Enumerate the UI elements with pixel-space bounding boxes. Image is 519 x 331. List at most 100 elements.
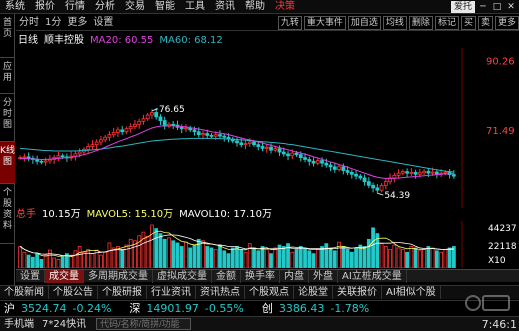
menu-item-8[interactable]: 帮助 [240,0,270,14]
candle-body [400,171,405,174]
toolbar-right-item-8[interactable]: 更多 [494,15,519,30]
volume-bar [430,247,435,268]
index-value-item-1: 14901.97 [146,301,199,315]
toolbar-item-1[interactable]: 1分 [42,15,64,30]
left-tab-item-2[interactable]: 分时图 [0,94,15,142]
indicator-tab-item-2[interactable]: 多周期成交量 [84,269,153,283]
info-tab-item-3[interactable]: 行业资讯 [147,286,196,299]
left-tab-item-0[interactable]: 首页 [0,14,15,58]
candle-body [120,129,125,133]
volume-bar [188,247,193,268]
info-tab-item-5[interactable]: 个股观点 [245,286,294,299]
volume-bar [175,242,180,268]
indicator-tab-item-4[interactable]: 金额 [212,269,241,283]
candle-body [94,141,99,146]
candle-body [192,129,197,133]
volume-bar [30,256,35,268]
volume-bar [388,248,392,268]
indicator-tab-item-3[interactable]: 虚拟成交量 [153,269,212,283]
chart-toolbar: 分时 1分 更多 设置 九转 重大事件 加自选 均线 删除 标记买卖更多 [16,15,519,31]
volume-bar [396,247,401,268]
maximize-icon[interactable]: □ [491,0,503,14]
toolbar-item-2[interactable]: 更多 [64,15,90,30]
candle-body [137,120,142,125]
volume-bar [162,238,167,268]
info-tab-item-7[interactable]: 关联报价 [333,286,382,299]
toolbar-right-item-5[interactable]: 标记 [434,15,459,30]
candle-body [154,112,159,118]
volume-bar [252,247,256,268]
menu-item-3[interactable]: 分析 [90,0,120,14]
info-tab-item-8[interactable]: AI相似个股 [382,286,441,299]
indicator-tab-item-0[interactable]: 设置 [16,269,45,283]
search-input[interactable] [96,318,192,330]
minimize-icon[interactable]: ─ [477,0,489,14]
toolbar-item-3[interactable]: 设置 [90,15,116,30]
candle-body [218,134,222,137]
volume-bar [56,259,61,268]
menu-item-9[interactable]: 决策 [270,0,300,14]
volume-bar [379,243,384,268]
info-tab-item-4[interactable]: 资讯热点 [196,286,245,299]
volume-chart[interactable]: 44237 22118 X10 [16,221,519,268]
volume-bar [294,248,299,268]
account-button[interactable]: 爱托 [450,1,475,13]
info-tab-item-2[interactable]: 个股研报 [98,286,147,299]
candle-body [281,151,286,155]
volume-bar [222,250,227,268]
indicator-tab-item-5[interactable]: 换手率 [241,269,280,283]
toolbar-right-item-4[interactable]: 删除 [408,15,433,30]
candle-body [337,166,341,170]
stock-header: 日线 顺丰控股 MA20: 60.55 MA60: 68.12 [18,35,223,47]
info-tab-item-1[interactable]: 个股公告 [49,286,98,299]
volume-bar [239,248,244,268]
candle-body [320,160,324,164]
menu-item-7[interactable]: 资讯 [210,0,240,14]
status-item-mobile[interactable]: 手机端 [0,317,38,331]
candle-body [201,133,205,136]
toolbar-right-item-3[interactable]: 均线 [382,15,407,30]
indicator-tab-item-7[interactable]: 外盘 [309,269,338,283]
toolbar-right-item-0[interactable]: 九转 [277,15,302,30]
indicator-tab-item-6[interactable]: 内盘 [280,269,309,283]
index-change-item-2: -1.78% [330,301,370,315]
info-tab-item-0[interactable]: 个股新闻 [0,286,49,299]
candle-body [409,172,414,174]
volume-bar [341,246,346,268]
indicator-tab-item-1[interactable]: 成交量 [45,269,84,283]
toolbar-right-item-1[interactable]: 重大事件 [303,15,346,30]
candlestick-chart[interactable]: 90.26 71.49 76.65 54.39 [16,48,519,208]
window-controls: 爱托 ─ □ ✕ [450,0,517,14]
left-tab-item-1[interactable]: 应用 [0,58,15,94]
candle-body [60,155,65,158]
volume-bar [260,246,265,268]
candle-body [196,131,201,136]
toolbar-right-item-7[interactable]: 卖 [477,15,493,30]
menu-item-6[interactable]: 工具 [180,0,210,14]
toolbar-right-item-6[interactable]: 买 [460,15,476,30]
menu-item-4[interactable]: 交易 [120,0,150,14]
menu-item-1[interactable]: 报价 [30,0,60,14]
stock-name[interactable]: 顺丰控股 [44,35,84,47]
candle-body [107,134,112,138]
indicator-tab-item-8[interactable]: AI立桩成交量 [338,269,407,283]
candle-body [358,175,363,179]
left-tab-item-3[interactable]: K线图 [0,142,15,184]
close-icon[interactable]: ✕ [505,0,517,14]
menu-item-0[interactable]: 系统 [0,0,30,14]
volume-bar [39,259,44,268]
menu-item-2[interactable]: 行情 [60,0,90,14]
toolbar-item-0[interactable]: 分时 [16,15,42,30]
left-tab-item-4[interactable]: 个股资料 [0,184,15,244]
volume-bar [18,246,23,268]
volume-bar [349,251,354,268]
volume-bar [90,253,95,268]
volume-bar [345,248,350,268]
toolbar-right-item-2[interactable]: 加自选 [347,15,381,30]
menu-item-5[interactable]: 智能 [150,0,180,14]
status-item-news[interactable]: 7*24快讯 [38,317,90,331]
volume-bar [324,243,329,268]
volume-bar [107,242,112,268]
candle-body [362,177,367,183]
info-tab-item-6[interactable]: 论股堂 [294,286,333,299]
